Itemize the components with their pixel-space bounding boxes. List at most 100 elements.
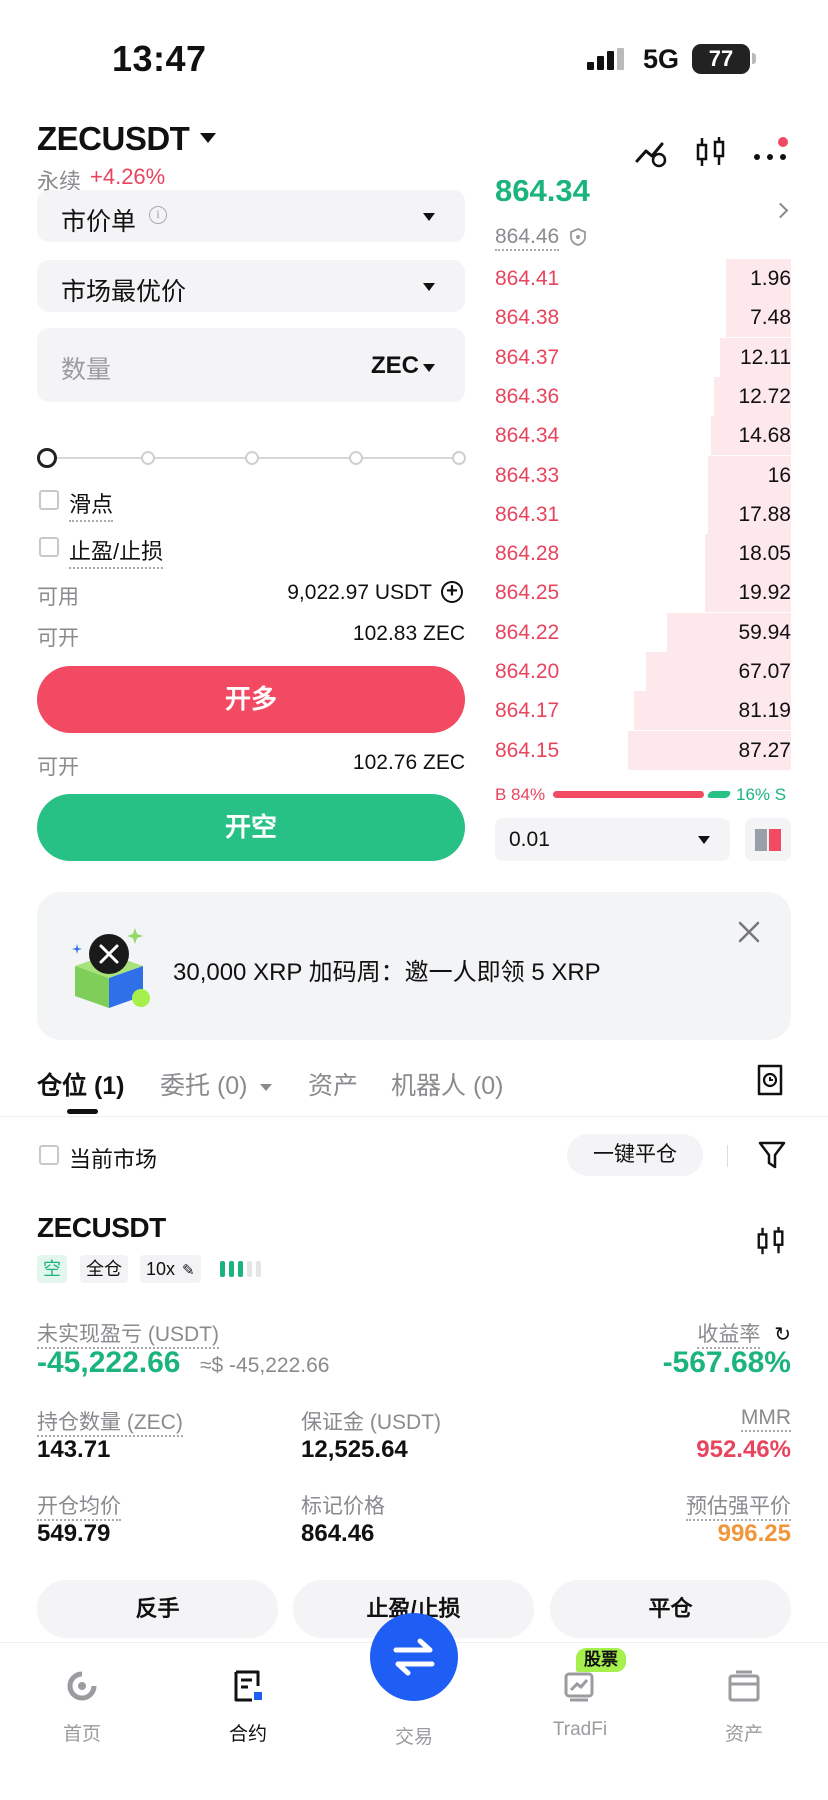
position-symbol[interactable]: ZECUSDT <box>37 1212 166 1244</box>
order-book-row[interactable]: 864.31 17.88 <box>495 495 791 534</box>
trade-fab[interactable] <box>370 1613 458 1701</box>
order-book-row[interactable]: 864.20 67.07 <box>495 652 791 691</box>
order-book-row[interactable]: 864.38 7.48 <box>495 298 791 337</box>
order-book-row[interactable]: 864.15 87.27 <box>495 731 791 770</box>
order-book-row[interactable]: 864.37 12.11 <box>495 338 791 377</box>
open-short-button[interactable]: 开空 <box>37 794 465 861</box>
book-view-toggle[interactable] <box>745 818 791 861</box>
tab-orders[interactable]: 委托 (0) <box>160 1066 273 1102</box>
margin-value: 12,525.64 <box>301 1436 408 1463</box>
slippage-label[interactable]: 滑点 <box>69 487 114 522</box>
mmr-value: 952.46% <box>696 1436 791 1463</box>
ask-price: 864.41 <box>495 267 560 290</box>
size-value: 143.71 <box>37 1436 111 1463</box>
size-label: 持仓数量 (ZEC) <box>37 1406 183 1437</box>
chevron-down-icon <box>260 1083 273 1091</box>
nav-assets-label: 资产 <box>724 1724 763 1745</box>
available-label: 可用 <box>37 586 79 609</box>
slider-mark[interactable] <box>245 451 259 465</box>
ask-quantity: 14.68 <box>738 424 791 447</box>
liq-value: 996.25 <box>717 1520 791 1547</box>
reverse-button[interactable]: 反手 <box>37 1580 278 1638</box>
refresh-icon[interactable]: ↻ <box>774 1324 791 1346</box>
nav-trade[interactable]: 交易 <box>364 1712 464 1749</box>
available-value: 9,022.97 USDT <box>287 581 432 604</box>
order-book-row[interactable]: 864.22 59.94 <box>495 613 791 652</box>
info-icon[interactable]: i <box>149 206 167 224</box>
order-book-row[interactable]: 864.28 18.05 <box>495 534 791 573</box>
chart-alert-icon[interactable] <box>634 135 668 169</box>
order-book-row[interactable]: 864.17 81.19 <box>495 691 791 730</box>
history-icon[interactable] <box>755 1063 785 1097</box>
order-book-row[interactable]: 864.33 16 <box>495 456 791 495</box>
more-icon[interactable] <box>752 135 792 169</box>
slippage-checkbox[interactable] <box>39 490 59 510</box>
order-book-row[interactable]: 864.36 12.72 <box>495 377 791 416</box>
stock-badge: 股票 <box>576 1648 626 1672</box>
wallet-icon <box>728 1670 760 1702</box>
roe-value: -567.68% <box>662 1346 791 1379</box>
status-time: 13:47 <box>112 38 207 79</box>
ask-quantity: 67.07 <box>738 660 791 683</box>
divider <box>0 1116 828 1117</box>
quantity-input[interactable]: 数量 ZEC <box>37 328 465 402</box>
price-type-select[interactable]: 市场最优价 <box>37 260 465 312</box>
tab-bots[interactable]: 机器人 (0) <box>391 1066 504 1102</box>
candlestick-icon[interactable] <box>755 1224 787 1258</box>
tab-assets[interactable]: 资产 <box>308 1066 358 1102</box>
can-open-label: 可开 <box>37 756 79 779</box>
close-icon[interactable] <box>737 920 761 944</box>
slider-mark[interactable] <box>349 451 363 465</box>
can-open-long-value: 102.83 ZEC <box>352 622 465 645</box>
order-type-select[interactable]: 市价单 i <box>37 190 465 242</box>
order-book-row[interactable]: 864.25 19.92 <box>495 573 791 612</box>
quantity-unit-select[interactable]: ZEC <box>371 352 419 380</box>
slider-mark[interactable] <box>141 451 155 465</box>
tpsl-label[interactable]: 止盈/止损 <box>69 534 164 569</box>
close-all-button[interactable]: 一键平仓 <box>567 1134 703 1176</box>
nav-assets[interactable]: 资产 <box>694 1668 794 1746</box>
mark-price-value: 864.46 <box>495 225 560 251</box>
candlestick-icon[interactable] <box>694 135 728 169</box>
margin-label: 保证金 (USDT) <box>301 1411 441 1434</box>
order-book-row[interactable]: 864.34 14.68 <box>495 416 791 455</box>
unrealized-pnl: -45,222.66 <box>37 1346 181 1379</box>
order-book-row[interactable]: 864.41 1.96 <box>495 259 791 298</box>
tab-positions[interactable]: 仓位 (1) <box>37 1066 125 1102</box>
slider-mark[interactable] <box>452 451 466 465</box>
banner-text: 30,000 XRP 加码周：邀一人即领 5 XRP <box>173 959 601 986</box>
depth-step-select[interactable]: 0.01 <box>495 818 730 861</box>
roe-label: 收益率 ↻ <box>697 1318 791 1349</box>
slider-handle[interactable] <box>37 448 57 468</box>
entry-value: 549.79 <box>37 1520 111 1547</box>
nav-tradfi[interactable]: TradFi <box>530 1668 630 1741</box>
open-long-button[interactable]: 开多 <box>37 666 465 733</box>
divider <box>727 1145 728 1167</box>
ask-quantity: 7.48 <box>750 306 791 329</box>
ask-quantity: 12.72 <box>738 385 791 408</box>
current-market-checkbox[interactable] <box>39 1145 59 1165</box>
add-funds-icon[interactable]: + <box>441 581 463 603</box>
pair-title[interactable]: ZECUSDT <box>37 120 190 158</box>
promo-banner[interactable]: 30,000 XRP 加码周：邀一人即领 5 XRP <box>37 892 791 1040</box>
nav-home[interactable]: 首页 <box>32 1668 132 1746</box>
leverage-badge[interactable]: 10x ✎ <box>140 1255 201 1283</box>
current-market-label[interactable]: 当前市场 <box>69 1142 157 1174</box>
ask-price: 864.31 <box>495 503 560 526</box>
unrealized-pnl-usd: ≈$ -45,222.66 <box>200 1354 330 1377</box>
chevron-right-icon[interactable] <box>772 202 789 219</box>
filter-icon[interactable] <box>757 1139 787 1171</box>
tab-indicator <box>67 1109 98 1114</box>
nav-home-label: 首页 <box>62 1724 101 1745</box>
signal-icon <box>587 48 627 75</box>
nav-futures[interactable]: 合约 <box>198 1668 298 1746</box>
tpsl-checkbox[interactable] <box>39 537 59 557</box>
ask-price: 864.28 <box>495 542 560 565</box>
chevron-down-icon[interactable] <box>200 133 216 143</box>
close-position-button[interactable]: 平仓 <box>550 1580 791 1638</box>
adl-indicator <box>220 1261 265 1282</box>
tab-orders-label: 委托 (0) <box>160 1072 248 1100</box>
buy-ratio: B 84% <box>495 785 546 804</box>
margin-mode-badge[interactable]: 全仓 <box>80 1255 128 1283</box>
ask-price: 864.15 <box>495 739 560 762</box>
